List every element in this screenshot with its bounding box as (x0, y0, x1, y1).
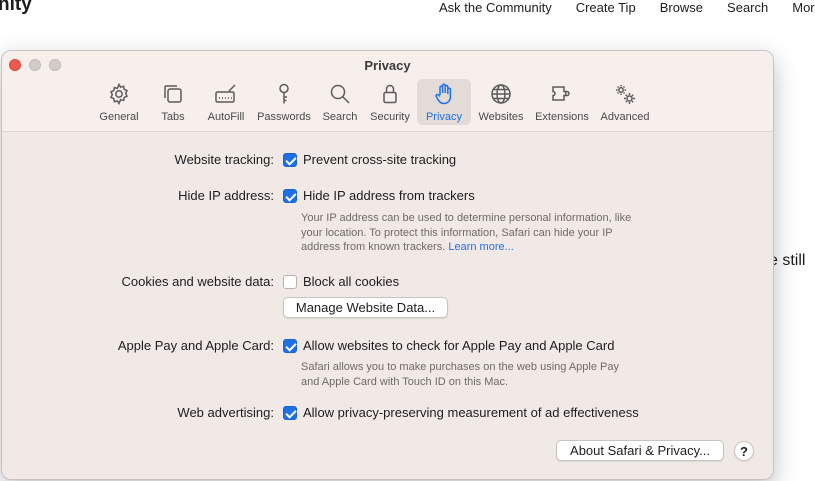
manage-website-data-button[interactable]: Manage Website Data... (283, 297, 448, 318)
tab-search-label: Search (322, 111, 358, 123)
page-text-fragment: e still (769, 252, 806, 269)
block-cookies-checkbox[interactable] (283, 275, 297, 289)
key-icon (279, 83, 289, 104)
tab-general-label: General (99, 111, 139, 123)
hide-ip-checkbox[interactable] (283, 189, 297, 203)
page-title-fragment: nity (0, 0, 32, 15)
search-icon (330, 84, 350, 104)
web-advertising-label: Web advertising: (177, 405, 274, 420)
lock-icon (383, 84, 397, 104)
prevent-tracking-checkbox[interactable] (283, 153, 297, 167)
apple-pay-desc-line-2: and Apple Card with Touch ID on this Mac… (301, 375, 509, 388)
apple-pay-desc-line-1: Safari allows you to make purchases on t… (301, 361, 619, 373)
hide-ip-label: Hide IP address: (178, 188, 274, 203)
hide-ip-description: Your IP address can be used to determine… (301, 211, 671, 255)
nav-ask-community[interactable]: Ask the Community (439, 0, 552, 15)
nav-browse[interactable]: Browse (660, 0, 703, 15)
nav-create-tip[interactable]: Create Tip (576, 0, 636, 15)
ad-measurement-checkbox[interactable] (283, 406, 297, 420)
autofill-icon (215, 84, 236, 103)
hide-ip-option[interactable]: Hide IP address from trackers (303, 188, 475, 203)
website-tracking-label: Website tracking: (174, 152, 274, 167)
tab-security[interactable]: Security (365, 79, 415, 125)
tab-autofill-label: AutoFill (207, 111, 245, 123)
about-safari-privacy-button[interactable]: About Safari & Privacy... (556, 440, 724, 461)
tabs-icon (164, 85, 182, 103)
tab-advanced-label: Advanced (600, 111, 650, 123)
help-button[interactable]: ? (734, 441, 754, 461)
hide-ip-desc-line-1: Your IP address can be used to determine… (301, 212, 632, 224)
learn-more-link[interactable]: Learn more... (448, 241, 513, 253)
ad-measurement-option[interactable]: Allow privacy-preserving measurement of … (303, 405, 639, 420)
tab-autofill[interactable]: AutoFill (201, 79, 251, 125)
nav-more-label: More (792, 0, 815, 15)
top-nav: Ask the Community Create Tip Browse Sear… (439, 0, 815, 15)
privacy-settings-window: Privacy General Tabs AutoFill Passwords … (1, 50, 774, 480)
apple-pay-option[interactable]: Allow websites to check for Apple Pay an… (303, 338, 614, 353)
cookies-label: Cookies and website data: (121, 274, 274, 289)
tab-privacy[interactable]: Privacy (417, 79, 471, 125)
tab-advanced[interactable]: Advanced (595, 79, 655, 125)
window-titlebar: Privacy General Tabs AutoFill Passwords … (2, 51, 773, 132)
tab-passwords[interactable]: Passwords (253, 79, 315, 125)
tab-extensions[interactable]: Extensions (531, 79, 593, 125)
tab-websites-label: Websites (478, 111, 524, 123)
tab-tabs-label: Tabs (161, 111, 185, 123)
hide-ip-desc-line-2: your location. To protect this informati… (301, 226, 613, 239)
hand-icon (435, 83, 452, 105)
tab-websites[interactable]: Websites (473, 79, 529, 125)
apple-pay-checkbox[interactable] (283, 339, 297, 353)
tab-extensions-label: Extensions (535, 111, 589, 123)
tab-privacy-label: Privacy (425, 111, 463, 123)
puzzle-icon (552, 86, 570, 101)
hide-ip-desc-line-3: address from known trackers. Learn more.… (301, 240, 671, 255)
block-cookies-option[interactable]: Block all cookies (303, 274, 399, 289)
settings-toolbar: General Tabs AutoFill Passwords Search S… (92, 79, 656, 125)
tab-search[interactable]: Search (317, 79, 363, 125)
tab-tabs[interactable]: Tabs (147, 79, 199, 125)
apple-pay-label: Apple Pay and Apple Card: (117, 338, 274, 353)
gears-icon (616, 85, 635, 104)
window-title: Privacy (364, 58, 411, 73)
nav-more[interactable]: More⌄ (792, 0, 815, 15)
nav-search[interactable]: Search (727, 0, 768, 15)
hide-ip-desc-line-3-text: address from known trackers. (301, 241, 446, 253)
tab-security-label: Security (370, 111, 410, 123)
prevent-tracking-option[interactable]: Prevent cross-site tracking (303, 152, 456, 167)
tab-general[interactable]: General (93, 79, 145, 125)
apple-pay-description: Safari allows you to make purchases on t… (301, 360, 671, 389)
tab-passwords-label: Passwords (257, 111, 311, 123)
gear-icon (110, 82, 128, 106)
globe-icon (491, 84, 511, 104)
